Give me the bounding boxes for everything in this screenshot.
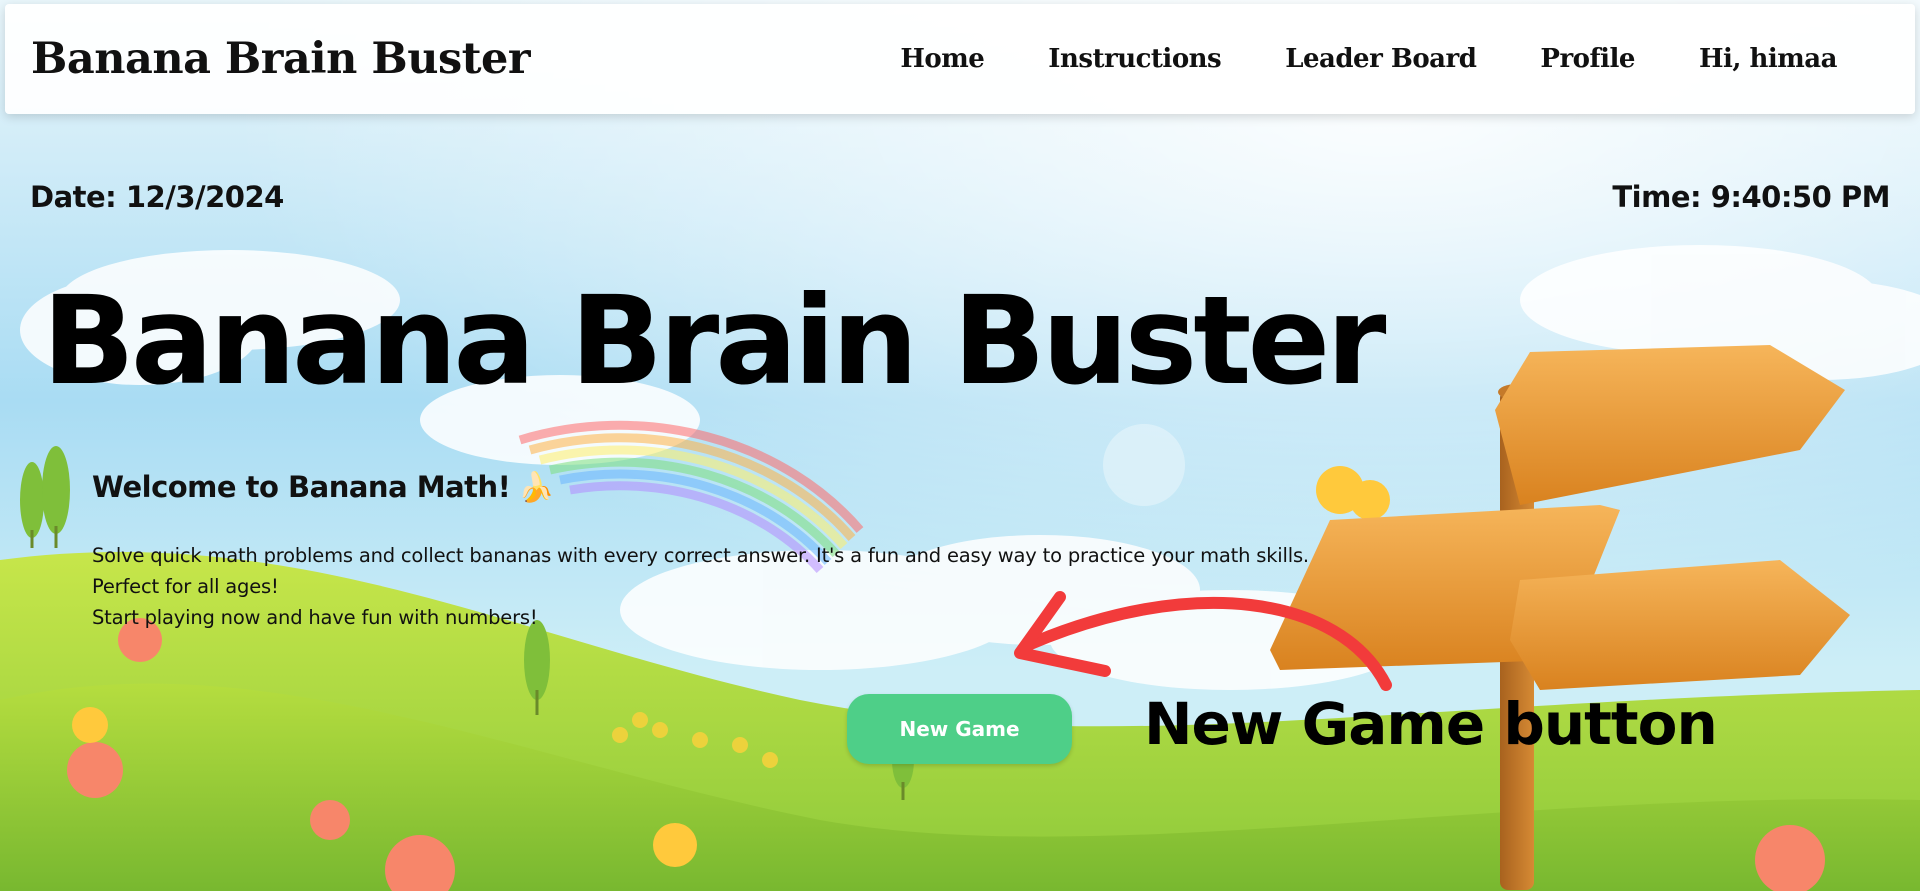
welcome-heading: Welcome to Banana Math! 🍌 (92, 470, 555, 505)
current-time: Time: 9:40:50 PM (1612, 180, 1890, 214)
hero-title: Banana Brain Buster (42, 270, 1386, 412)
nav-instructions-link[interactable]: Instructions (1048, 44, 1221, 74)
annotation-arrow-icon (1014, 591, 1392, 691)
nav-profile-link[interactable]: Profile (1540, 44, 1635, 74)
banana-icon: 🍌 (518, 470, 555, 504)
annotation-label: New Game button (1144, 690, 1718, 758)
current-date: Date: 12/3/2024 (30, 180, 284, 214)
nav-leaderboard-link[interactable]: Leader Board (1285, 44, 1477, 74)
nav-user-greeting[interactable]: Hi, himaa (1699, 44, 1838, 74)
nav-home-link[interactable]: Home (900, 44, 984, 74)
welcome-text: Welcome to Banana Math! (92, 470, 511, 504)
new-game-button[interactable]: New Game (847, 694, 1072, 764)
top-navbar: Banana Brain Buster Home Instructions Le… (5, 4, 1915, 114)
brand-title[interactable]: Banana Brain Buster (31, 34, 531, 84)
main-nav: Home Instructions Leader Board Profile H… (900, 44, 1837, 74)
description-line: Solve quick math problems and collect ba… (92, 544, 1309, 567)
